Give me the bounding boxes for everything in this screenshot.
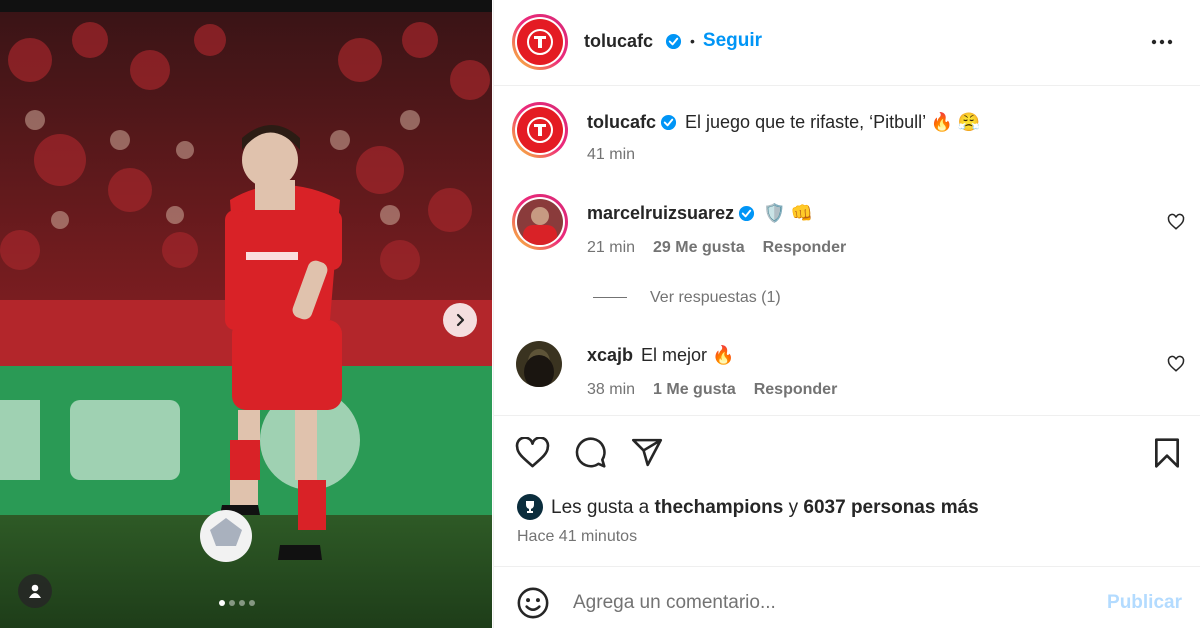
post-timestamp[interactable]: Hace 41 minutos <box>517 528 637 546</box>
comment-likes[interactable]: 29 Me gusta <box>653 239 745 257</box>
post-details-panel: tolucafc • Seguir tolucafc El juego que … <box>493 0 1200 628</box>
comment-timestamp[interactable]: 21 min <box>587 239 635 257</box>
verified-badge-icon <box>665 33 682 49</box>
liker-username[interactable]: thechampions <box>655 497 784 518</box>
likes-joiner: y <box>788 497 799 518</box>
user-icon <box>29 584 41 598</box>
carousel-indicator <box>219 600 255 606</box>
replies-line <box>593 297 627 298</box>
comment-bubble-icon[interactable] <box>574 436 607 469</box>
carousel-dot <box>229 600 235 606</box>
player-photo <box>0 0 492 628</box>
reply-button[interactable]: Responder <box>754 381 838 399</box>
toluca-logo-icon <box>517 107 563 153</box>
commenter-avatar[interactable] <box>512 194 568 250</box>
chevron-right-icon <box>456 313 465 327</box>
next-photo-button[interactable] <box>443 303 477 337</box>
carousel-dot <box>239 600 245 606</box>
account-avatar[interactable] <box>512 14 568 70</box>
save-bookmark-icon[interactable] <box>1153 437 1181 469</box>
share-paper-plane-icon[interactable] <box>630 436 664 469</box>
trophy-icon <box>526 501 534 513</box>
carousel-dot <box>249 600 255 606</box>
caption-timestamp[interactable]: 41 min <box>587 146 635 164</box>
likes-prefix: Les gusta a <box>551 497 650 518</box>
composer-divider <box>494 566 1200 567</box>
comment-text: El mejor 🔥 <box>641 345 735 365</box>
account-username[interactable]: tolucafc <box>584 31 653 52</box>
comment-timestamp[interactable]: 38 min <box>587 381 635 399</box>
more-horizontal-icon <box>1151 39 1173 45</box>
like-comment-heart-icon[interactable] <box>1167 355 1185 373</box>
commenter-avatar[interactable] <box>516 341 562 387</box>
post-photo[interactable] <box>0 0 492 628</box>
comment-username[interactable]: marcelruizsuarez <box>587 203 734 224</box>
likes-others-count[interactable]: 6037 personas más <box>803 497 978 518</box>
toluca-logo-icon <box>517 19 563 65</box>
comment-text: 🛡️ 👊 <box>763 203 813 223</box>
verified-badge-icon <box>739 205 755 222</box>
header-divider <box>494 85 1200 86</box>
comment-likes[interactable]: 1 Me gusta <box>653 381 736 399</box>
like-comment-heart-icon[interactable] <box>1167 213 1185 231</box>
comments-divider <box>494 415 1200 416</box>
tagged-users-button[interactable] <box>18 574 52 608</box>
liker-avatar[interactable] <box>517 494 543 520</box>
avatar <box>517 199 563 245</box>
view-replies-button[interactable]: Ver respuestas (1) <box>650 289 781 307</box>
caption-avatar[interactable] <box>512 102 568 158</box>
publish-button[interactable]: Publicar <box>1107 592 1182 614</box>
like-heart-icon[interactable] <box>515 437 550 469</box>
caption-text: El juego que te rifaste, ‘Pitbull’ 🔥 😤 <box>685 112 981 132</box>
follow-button[interactable]: Seguir <box>703 30 762 52</box>
carousel-dot <box>219 600 225 606</box>
more-options-button[interactable] <box>1150 30 1174 59</box>
reply-button[interactable]: Responder <box>763 239 847 257</box>
caption-username[interactable]: tolucafc <box>587 112 656 133</box>
comment-input[interactable] <box>573 590 1093 616</box>
emoji-picker-icon[interactable] <box>516 586 550 620</box>
separator-dot: • <box>690 33 695 49</box>
verified-badge-icon <box>660 114 677 131</box>
comment-username[interactable]: xcajb <box>587 345 633 366</box>
